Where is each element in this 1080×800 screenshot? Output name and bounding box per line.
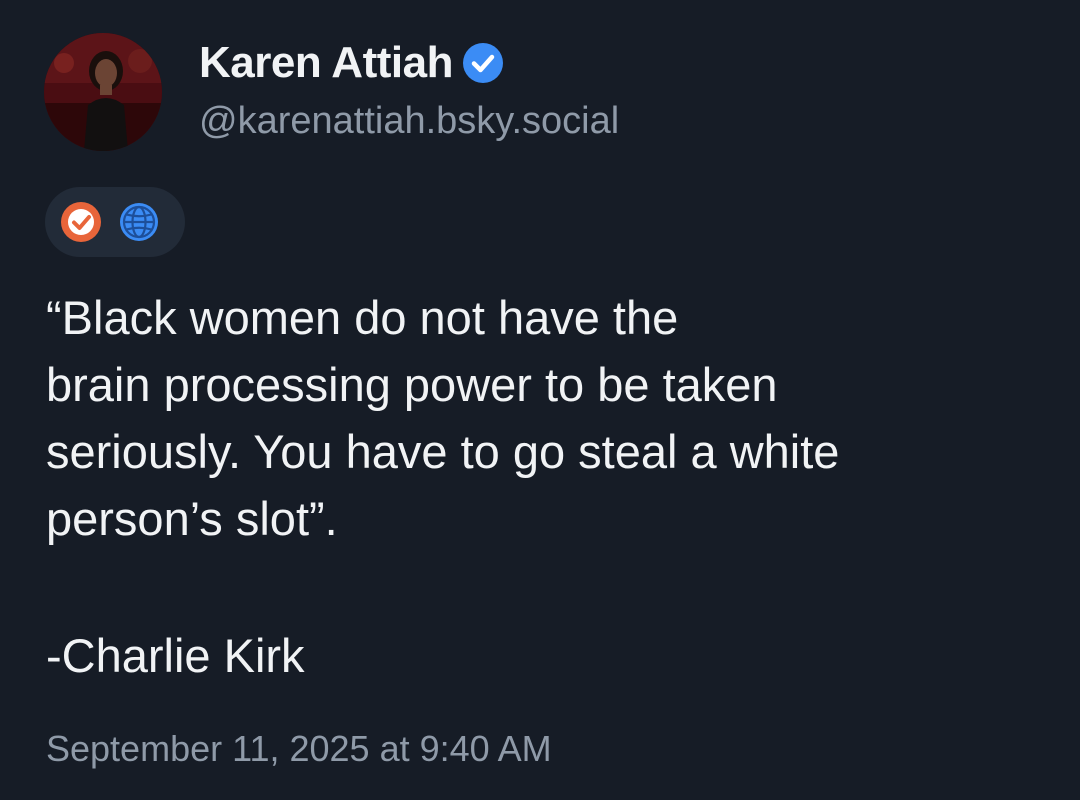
post-text-line: “Black women do not have the: [46, 291, 679, 344]
post-card: Karen Attiah @karenattiah.bsky.social “B…: [0, 0, 1080, 800]
checkmark-badge-icon: [61, 202, 101, 242]
author-name-text: Karen Attiah: [199, 38, 453, 87]
post-text-line: seriously. You have to go steal a white: [46, 425, 840, 478]
post-text-line: person’s slot”.: [46, 492, 338, 545]
avatar-photo: [44, 33, 162, 151]
globe-icon: [120, 203, 158, 241]
author-display-name[interactable]: Karen Attiah: [199, 38, 505, 88]
post-attribution: -Charlie Kirk: [46, 629, 305, 682]
post-text-line: brain processing power to be taken: [46, 358, 778, 411]
verified-icon: [462, 43, 503, 83]
badges-pill[interactable]: [45, 187, 185, 257]
post-text: “Black women do not have the brain proce…: [46, 284, 1046, 552]
author-handle[interactable]: @karenattiah.bsky.social: [199, 100, 619, 143]
post-timestamp[interactable]: September 11, 2025 at 9:40 AM: [46, 728, 552, 770]
avatar[interactable]: [44, 33, 162, 151]
